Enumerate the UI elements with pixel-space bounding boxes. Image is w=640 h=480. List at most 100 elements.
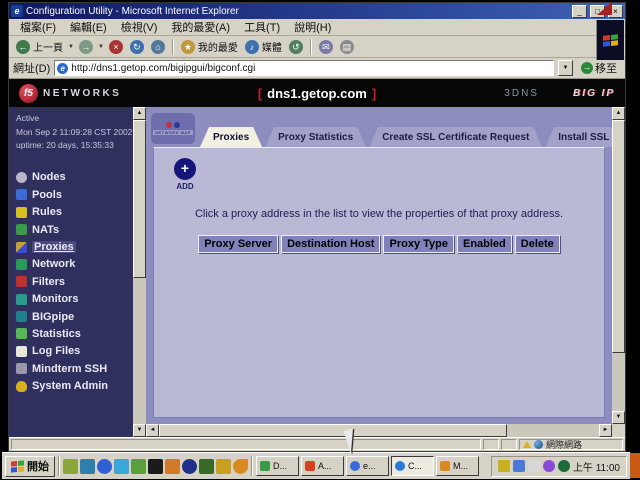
proxies-panel: + ADD Click a proxy address in the list … (153, 147, 605, 418)
refresh-button[interactable]: ↻ (127, 39, 147, 55)
scrollbar-thumb[interactable] (133, 120, 146, 278)
scrollbar-thumb[interactable] (159, 424, 507, 437)
sidebar-item-bigpipe[interactable]: BIGpipe (16, 308, 133, 325)
tab-proxies[interactable]: Proxies (200, 127, 262, 147)
menu-edit[interactable]: 編輯(E) (63, 19, 114, 35)
scroll-up-button[interactable]: ▲ (133, 107, 146, 120)
taskbar-window-button[interactable]: D... (256, 456, 299, 476)
column-enabled[interactable]: Enabled (457, 235, 512, 253)
scroll-down-button[interactable]: ▼ (612, 411, 625, 424)
quick-launch-icon[interactable] (165, 459, 180, 474)
toolbar: ← 上一頁 ▼ → ▼ × ↻ ⌂ ★ 我的最愛 ♪ (9, 36, 625, 58)
home-button[interactable]: ⌂ (148, 39, 168, 55)
status-pane (501, 439, 517, 450)
tray-icon[interactable] (498, 460, 510, 472)
tab-install-ssl-certificate[interactable]: Install SSL Certif (545, 127, 612, 147)
status-message-pane (11, 439, 481, 450)
sidebar-item-nodes[interactable]: Nodes (16, 169, 133, 186)
quick-launch-icon[interactable] (97, 459, 112, 474)
main-scrollbar-vertical[interactable]: ▲ ▼ (612, 107, 625, 424)
taskbar-window-button-active[interactable]: C... (391, 456, 434, 476)
menu-view[interactable]: 檢視(V) (114, 19, 165, 35)
scrollbar-track[interactable] (612, 120, 625, 411)
quick-launch-icon[interactable] (114, 459, 129, 474)
tray-icon[interactable] (543, 460, 555, 472)
tray-icon[interactable] (558, 460, 570, 472)
column-proxy-server[interactable]: Proxy Server (198, 235, 278, 253)
tray-icon[interactable] (528, 460, 540, 472)
print-button[interactable]: ▤ (337, 39, 357, 55)
back-dropdown-icon[interactable]: ▼ (67, 44, 75, 50)
home-icon: ⌂ (151, 40, 165, 54)
taskbar-window-button[interactable]: e... (346, 456, 389, 476)
page-body: Active Mon Sep 2 11:09:28 CST 2002 uptim… (9, 107, 625, 437)
rules-icon (16, 207, 27, 218)
go-button[interactable]: → 移至 (577, 60, 621, 76)
stop-button[interactable]: × (106, 39, 126, 55)
main-scrollbar-horizontal[interactable]: ◄ ► (146, 424, 625, 437)
forward-dropdown-icon[interactable]: ▼ (97, 44, 105, 50)
forward-icon: → (79, 40, 93, 54)
back-label: 上一頁 (33, 39, 63, 54)
sidebar-scrollbar[interactable]: ▲ ▼ (133, 107, 146, 437)
column-delete[interactable]: Delete (515, 235, 560, 253)
taskbar-window-button[interactable]: A... (301, 456, 344, 476)
go-label: 移至 (595, 60, 617, 76)
minimize-button[interactable]: _ (572, 5, 587, 18)
taskbar: 開始 D... A... e... C... M... (2, 452, 630, 479)
sidebar-item-monitors[interactable]: Monitors (16, 291, 133, 308)
column-proxy-type[interactable]: Proxy Type (383, 235, 454, 253)
media-label: 媒體 (262, 39, 282, 54)
quick-launch-icon[interactable] (63, 459, 78, 474)
menu-favorites[interactable]: 我的最愛(A) (164, 19, 237, 35)
scrollbar-track[interactable] (159, 424, 599, 437)
scroll-up-button[interactable]: ▲ (612, 107, 625, 120)
scroll-left-button[interactable]: ◄ (146, 424, 159, 437)
tray-icon[interactable] (513, 460, 525, 472)
scrollbar-thumb[interactable] (612, 120, 625, 353)
column-destination-host[interactable]: Destination Host (281, 235, 380, 253)
sidebar-item-pools[interactable]: Pools (16, 186, 133, 203)
sidebar-item-system-admin[interactable]: System Admin (16, 377, 133, 394)
tab-create-ssl-certificate-request[interactable]: Create SSL Certificate Request (369, 127, 542, 147)
quick-launch-icon[interactable] (80, 459, 95, 474)
scroll-right-button[interactable]: ► (599, 424, 612, 437)
menu-tools[interactable]: 工具(T) (237, 19, 287, 35)
start-button[interactable]: 開始 (5, 456, 55, 477)
quick-launch-icon[interactable] (216, 459, 231, 474)
forward-button[interactable]: → (76, 39, 96, 55)
network-map-button[interactable]: NETWORK MAP (151, 113, 195, 144)
address-input[interactable]: e http://dns1.getop.com/bigipgui/bigconf… (54, 60, 554, 76)
quick-launch-icon[interactable] (131, 459, 146, 474)
f5-brand: NETWORKS (43, 88, 121, 99)
sidebar-item-mindterm-ssh[interactable]: Mindterm SSH (16, 360, 133, 377)
tab-proxy-statistics[interactable]: Proxy Statistics (265, 127, 366, 147)
menu-file[interactable]: 檔案(F) (13, 19, 63, 35)
taskbar-window-button[interactable]: M... (436, 456, 479, 476)
sidebar-item-filters[interactable]: Filters (16, 273, 133, 290)
sidebar-item-log-files[interactable]: Log Files (16, 343, 133, 360)
scroll-down-button[interactable]: ▼ (133, 424, 146, 437)
menu-help[interactable]: 說明(H) (287, 19, 338, 35)
ie-icon: e (11, 5, 23, 17)
sidebar-item-network[interactable]: Network (16, 256, 133, 273)
address-dropdown-button[interactable]: ▼ (558, 60, 573, 76)
history-button[interactable]: ↺ (286, 39, 306, 55)
main-column: NETWORK MAP Proxies Proxy Statistics Cre… (146, 107, 625, 437)
quick-launch-icon[interactable] (199, 459, 214, 474)
network-map-icon (166, 122, 180, 128)
hostname: [ dns1.getop.com ] (258, 86, 376, 101)
quick-launch-icon[interactable] (233, 459, 248, 474)
back-button[interactable]: ← 上一頁 (13, 38, 66, 55)
favorites-button[interactable]: ★ 我的最愛 (178, 38, 241, 55)
quick-launch-icon[interactable] (182, 459, 197, 474)
sidebar-item-nats[interactable]: NATs (16, 221, 133, 238)
sidebar-item-statistics[interactable]: Statistics (16, 325, 133, 342)
quick-launch-icon[interactable] (148, 459, 163, 474)
add-button[interactable]: + (174, 158, 196, 180)
media-button[interactable]: ♪ 媒體 (242, 38, 285, 55)
sidebar-item-proxies[interactable]: Proxies (16, 238, 133, 255)
sidebar-item-rules[interactable]: Rules (16, 204, 133, 221)
mail-button[interactable]: ✉ (316, 39, 336, 55)
scrollbar-track[interactable] (133, 120, 146, 424)
